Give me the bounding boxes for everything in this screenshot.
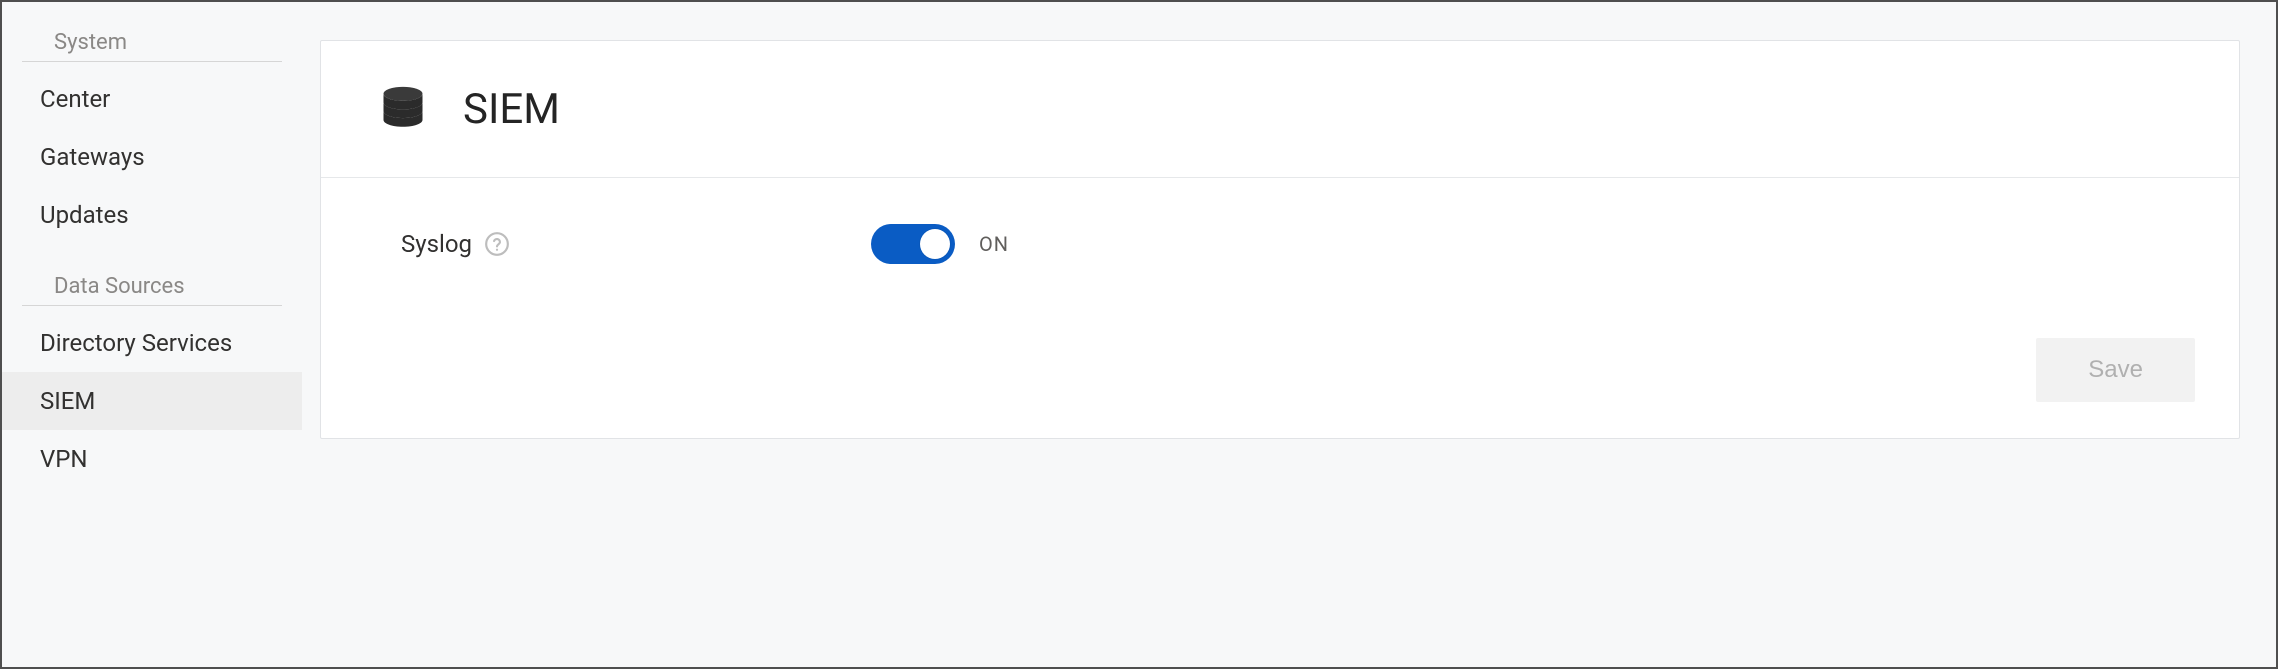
setting-row-syslog: Syslog xyxy=(401,224,2195,264)
sidebar-group-title: System xyxy=(22,30,282,62)
sidebar-item-gateways[interactable]: Gateways xyxy=(2,128,302,186)
sidebar-item-updates[interactable]: Updates xyxy=(2,186,302,244)
toggle-state-label: ON xyxy=(979,232,1009,256)
sidebar-item-vpn[interactable]: VPN xyxy=(2,430,302,488)
layout: System Center Gateways Updates Data Sour… xyxy=(2,2,2276,667)
sidebar-item-siem[interactable]: SIEM xyxy=(2,372,302,430)
toggle-knob xyxy=(920,229,950,259)
save-button[interactable]: Save xyxy=(2036,338,2195,402)
app-frame: System Center Gateways Updates Data Sour… xyxy=(0,0,2278,669)
sidebar-group-system: System Center Gateways Updates xyxy=(2,30,302,244)
sidebar-item-directory-services[interactable]: Directory Services xyxy=(2,314,302,372)
database-icon xyxy=(377,83,429,135)
actions-row: Save xyxy=(401,288,2195,402)
sidebar: System Center Gateways Updates Data Sour… xyxy=(2,2,302,667)
toggle-wrap: ON xyxy=(871,224,1009,264)
sidebar-group-data-sources: Data Sources Directory Services SIEM VPN xyxy=(2,274,302,488)
setting-label: Syslog xyxy=(401,230,871,258)
main-content: SIEM Syslog xyxy=(302,2,2276,667)
help-icon[interactable] xyxy=(484,231,510,257)
page-title: SIEM xyxy=(463,85,560,134)
setting-label-text: Syslog xyxy=(401,230,472,258)
sidebar-item-center[interactable]: Center xyxy=(2,70,302,128)
panel-header: SIEM xyxy=(321,41,2239,178)
panel-body: Syslog xyxy=(321,178,2239,438)
syslog-toggle[interactable] xyxy=(871,224,955,264)
settings-panel: SIEM Syslog xyxy=(320,40,2240,439)
sidebar-group-title: Data Sources xyxy=(22,274,282,306)
